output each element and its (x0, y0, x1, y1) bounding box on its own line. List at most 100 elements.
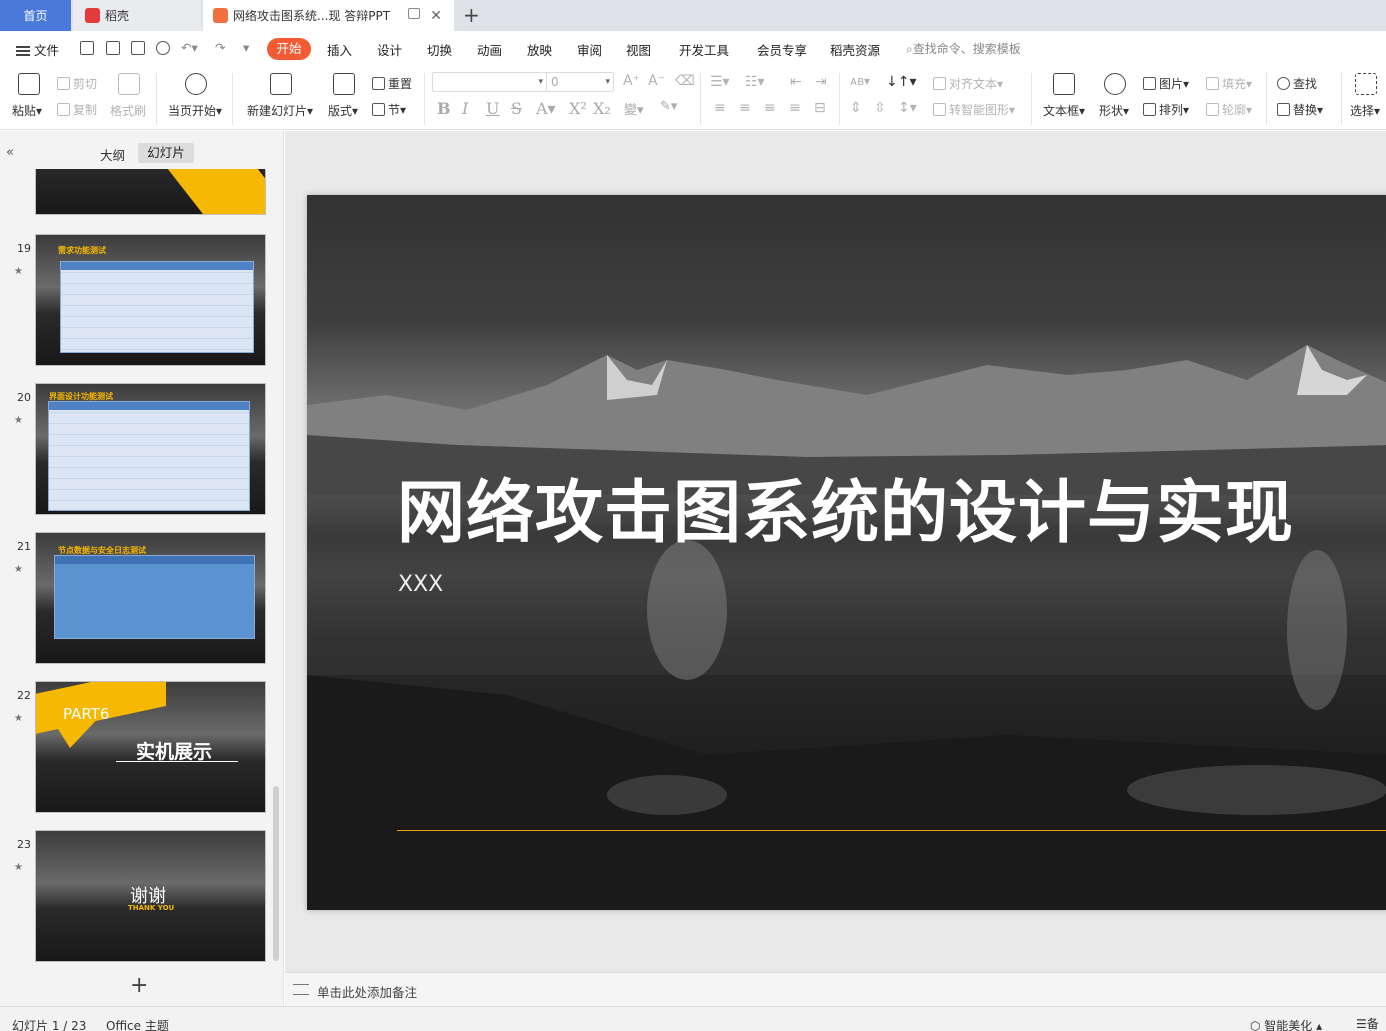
picture-button[interactable]: 图片▾ (1143, 75, 1189, 92)
fill-button[interactable]: 填充▾ (1206, 75, 1252, 92)
sort-icon[interactable]: ↓↑▾ (886, 74, 917, 90)
menu-transition[interactable]: 切换 (427, 40, 452, 59)
current-slide[interactable]: 网络攻击图系统的设计与实现 XXX (307, 195, 1386, 910)
export-icon[interactable] (106, 41, 120, 55)
gold-banner (167, 169, 265, 214)
phonetic-icon[interactable]: 變▾ (624, 99, 644, 118)
decrease-font-icon[interactable]: A⁻ (648, 73, 665, 89)
tab-outline[interactable]: 大纲 (100, 145, 125, 164)
bullets-icon[interactable]: ☰▾ (710, 74, 730, 90)
bold-icon[interactable]: B (437, 99, 451, 118)
tab-home[interactable]: 首页 (0, 0, 71, 31)
italic-icon[interactable]: I (462, 99, 468, 118)
increase-font-icon[interactable]: A⁺ (623, 73, 640, 89)
underline-icon[interactable]: U (486, 99, 499, 118)
outline-button[interactable]: 轮廓▾ (1206, 101, 1252, 118)
highlight-icon[interactable]: ✎▾ (660, 99, 677, 114)
justify-icon[interactable]: ≡ (789, 100, 801, 116)
paste-icon (18, 73, 40, 95)
font-color-icon[interactable]: A▾ (536, 99, 556, 118)
clear-format-icon[interactable]: ⌫ (675, 73, 695, 89)
textbox-button[interactable]: 文本框▾ (1043, 102, 1085, 119)
align-right-icon[interactable]: ≡ (764, 100, 776, 116)
pin-icon[interactable] (408, 8, 420, 19)
find-button[interactable]: 查找 (1277, 75, 1317, 92)
preview-icon[interactable] (156, 41, 170, 55)
spacing-menu-icon[interactable]: ↕▾ (898, 100, 917, 116)
text-direction-icon[interactable]: ᴀʙ▾ (850, 74, 870, 88)
menu-member[interactable]: 会员专享 (757, 40, 807, 59)
format-painter-button[interactable]: 格式刷 (110, 102, 146, 119)
new-tab-button[interactable]: + (463, 3, 480, 27)
slide-panel-scrollbar[interactable] (273, 786, 279, 961)
menu-animation[interactable]: 动画 (477, 40, 502, 59)
align-text-button[interactable]: 对齐文本▾ (933, 75, 1003, 92)
menu-insert[interactable]: 插入 (327, 40, 352, 59)
tab-document[interactable]: 网络攻击图系统...现 答辩PPT ✕ (203, 0, 454, 31)
slide-thumbnail-20[interactable]: 界面设计功能测试 (35, 383, 266, 515)
menu-daoke-resources[interactable]: 稻壳资源 (830, 40, 880, 59)
strikethrough-icon[interactable]: S (511, 99, 522, 118)
slide-thumbnail-22[interactable]: PART6 实机展示 (35, 681, 266, 813)
menu-start[interactable]: 开始 (267, 38, 311, 60)
animation-star-icon: ★ (14, 415, 23, 426)
font-size-select[interactable]: 0 ▾ (546, 72, 614, 92)
paragraph-spacing-icon[interactable]: ⇳ (874, 100, 886, 116)
menu-view[interactable]: 视图 (626, 40, 651, 59)
slide-thumbnail-21[interactable]: 节点数据与安全日志测试 (35, 532, 266, 664)
notes-icon (293, 984, 309, 995)
slide-thumbnail-18[interactable] (35, 169, 266, 215)
notes-pane[interactable]: 单击此处添加备注 (285, 972, 1386, 1006)
menu-devtools[interactable]: 开发工具 (679, 40, 729, 59)
align-center-icon[interactable]: ≡ (739, 100, 751, 116)
reset-button[interactable]: 重置 (372, 75, 412, 92)
replace-button[interactable]: 替换▾ (1277, 101, 1323, 118)
close-icon[interactable]: ✕ (430, 8, 442, 24)
new-slide-button[interactable]: 新建幻灯片▾ (247, 102, 313, 119)
select-icon (1355, 73, 1377, 95)
smart-beautify-button[interactable]: ⬡ 智能美化 ▴ (1250, 1017, 1322, 1031)
play-from-current-button[interactable]: 当页开始▾ (168, 102, 222, 119)
collapse-panel-icon[interactable]: « (6, 145, 14, 160)
more-quick-access-icon[interactable]: ▾ (243, 40, 249, 55)
ribbon-separator (1031, 73, 1032, 125)
increase-indent-icon[interactable]: ⇥ (815, 74, 827, 90)
align-left-icon[interactable]: ≡ (714, 100, 726, 116)
theme-name[interactable]: Office 主题 (106, 1017, 169, 1031)
slide-count: 幻灯片 1 / 23 (12, 1019, 87, 1031)
slide-subtitle[interactable]: XXX (398, 572, 443, 597)
add-slide-button[interactable]: + (130, 973, 148, 998)
undo-icon[interactable]: ↶▾ (181, 40, 198, 55)
menu-design[interactable]: 设计 (377, 40, 402, 59)
shape-button[interactable]: 形状▾ (1099, 102, 1129, 119)
redo-icon[interactable]: ↷ (215, 40, 225, 55)
superscript-icon[interactable]: X² (569, 99, 587, 118)
print-icon[interactable] (131, 41, 145, 55)
menu-slideshow[interactable]: 放映 (527, 40, 552, 59)
subscript-icon[interactable]: X₂ (593, 99, 611, 118)
save-icon[interactable] (80, 41, 94, 55)
arrange-button[interactable]: 排列▾ (1143, 101, 1189, 118)
menu-review[interactable]: 审阅 (577, 40, 602, 59)
slide-title[interactable]: 网络攻击图系统的设计与实现 (397, 457, 1294, 556)
cut-button[interactable]: 剪切 (57, 75, 97, 92)
font-name-select[interactable]: ▾ (432, 72, 547, 92)
select-button[interactable]: 选择▾ (1350, 102, 1380, 119)
distribute-icon[interactable]: ⊟ (814, 100, 826, 116)
layers-icon (1143, 103, 1156, 116)
section-button[interactable]: 节▾ (372, 101, 406, 118)
line-spacing-icon[interactable]: ⇕ (850, 100, 862, 116)
convert-smartart-button[interactable]: 转智能图形▾ (933, 101, 1015, 118)
slide-thumbnail-23[interactable]: 谢谢 THANK YOU (35, 830, 266, 962)
slide-thumbnail-19[interactable]: 需求功能测试 (35, 234, 266, 366)
tab-slides[interactable]: 幻灯片 (138, 143, 194, 163)
notes-toggle-button[interactable]: ☰备 (1356, 1015, 1379, 1031)
tab-daoke[interactable]: 稻壳 (73, 0, 201, 31)
numbering-icon[interactable]: ☷▾ (745, 74, 765, 90)
copy-button[interactable]: 复制 (57, 101, 97, 118)
menu-file[interactable]: 文件 (16, 40, 59, 59)
paste-button[interactable]: 粘贴▾ (12, 102, 42, 119)
command-search[interactable]: ⌕查找命令、搜索模板 (906, 40, 1021, 57)
decrease-indent-icon[interactable]: ⇤ (790, 74, 802, 90)
layout-button[interactable]: 版式▾ (328, 102, 358, 119)
